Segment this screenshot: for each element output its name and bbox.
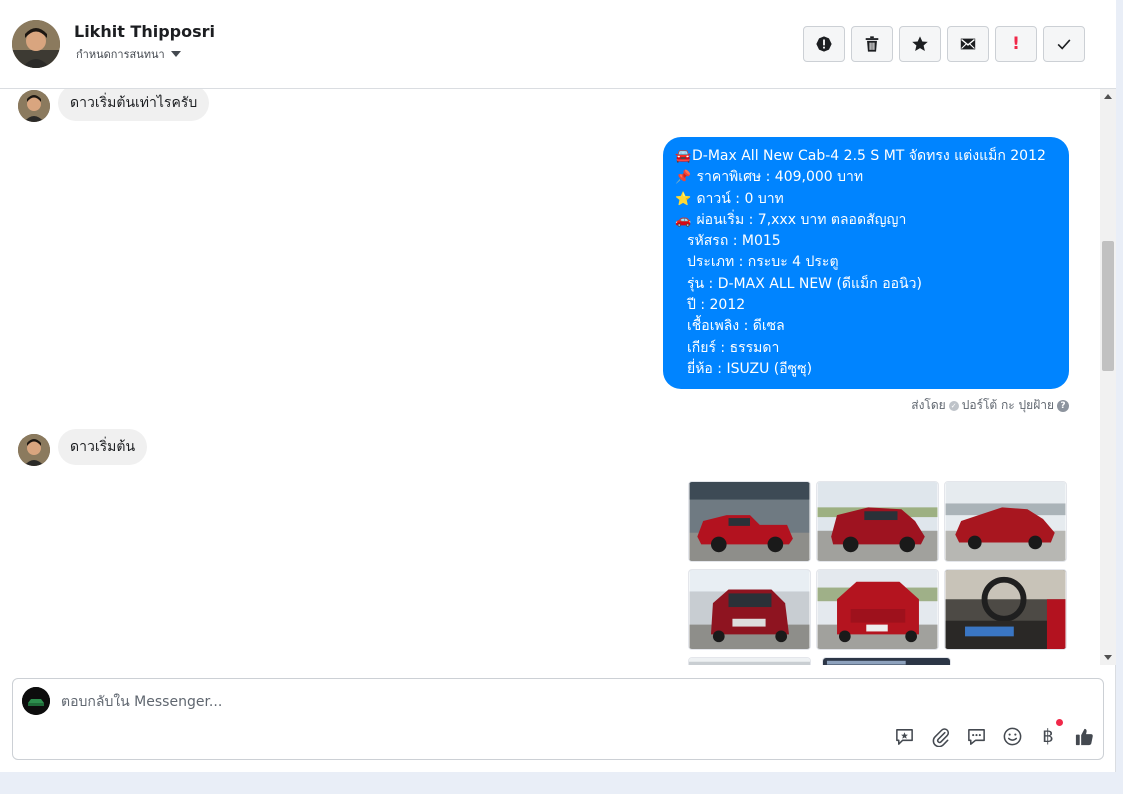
- saved-reply-icon: [895, 728, 913, 745]
- car-photo[interactable]: [688, 481, 811, 562]
- reply-line: ปี : 2012: [687, 297, 746, 314]
- like-button[interactable]: [1073, 725, 1095, 747]
- reply-line: เกียร์ : ธรรมดา: [687, 339, 780, 356]
- reply-line: รุ่น : D-MAX ALL NEW (ดีแม็ก ออนิว): [687, 275, 922, 292]
- composer-tools: ฿: [893, 719, 1095, 747]
- car-photo[interactable]: [816, 569, 939, 650]
- incoming-message[interactable]: ดาวเริ่มต้นเท่าไรครับ: [58, 89, 210, 121]
- follow-up-icon: !: [1012, 34, 1020, 54]
- reply-line: ⭐ ดาวน์ : 0 บาท: [675, 189, 1057, 210]
- contact-name[interactable]: Likhit Thipposri: [74, 22, 215, 41]
- trash-icon: [865, 36, 879, 52]
- star-button[interactable]: [899, 26, 941, 62]
- car-icon: 🚘: [675, 149, 692, 164]
- sent-by-info: ส่งโดย ✓ ปอร์โต้ กะ ปุยฝ้าย ?: [911, 396, 1069, 415]
- car-photo[interactable]: [944, 481, 1067, 562]
- emoji-button[interactable]: [1001, 725, 1023, 747]
- inbox-conversation-panel: Likhit Thipposri กำหนดการสนทนา ! ดาวเริ่…: [0, 0, 1116, 772]
- spam-alert-button[interactable]: [803, 26, 845, 62]
- reply-input[interactable]: [61, 689, 961, 715]
- car-photo[interactable]: [944, 569, 1067, 650]
- help-icon[interactable]: ?: [1057, 399, 1069, 412]
- car-photo[interactable]: [816, 481, 939, 562]
- reply-line: 🚗 ผ่อนเริ่ม : 7,xxx บาท ตลอดสัญญา: [675, 210, 1057, 231]
- mark-unread-button[interactable]: [947, 26, 989, 62]
- red-car-icon: 🚗: [675, 212, 692, 228]
- baht-icon: ฿: [1042, 725, 1054, 747]
- attach-button[interactable]: [929, 725, 951, 747]
- reply-line: ยี่ห้อ : ISUZU (อีซูซุ): [687, 360, 813, 377]
- reply-line: 📌 ราคาพิเศษ : 409,000 บาท: [675, 167, 1057, 188]
- caret-down-icon: [170, 51, 181, 57]
- page-avatar: [22, 687, 50, 715]
- scroll-thumb[interactable]: [1102, 241, 1114, 371]
- follow-up-button[interactable]: !: [995, 26, 1037, 62]
- mark-done-button[interactable]: [1043, 26, 1085, 62]
- outgoing-message[interactable]: 🚘D-Max All New Cab-4 2.5 S MT จัดทรง แต่…: [663, 137, 1069, 389]
- contact-avatar[interactable]: [12, 20, 60, 68]
- notification-dot: [1056, 719, 1063, 726]
- car-photo[interactable]: [688, 657, 811, 665]
- reply-line: 🚘D-Max All New Cab-4 2.5 S MT จัดทรง แต่…: [675, 146, 1057, 167]
- star-emoji-icon: ⭐: [675, 191, 692, 207]
- scroll-up-arrow-icon[interactable]: [1104, 94, 1112, 99]
- pushpin-icon: 📌: [675, 170, 692, 186]
- car-photo[interactable]: [688, 569, 811, 650]
- conversation-options-label: กำหนดการสนทนา: [76, 48, 165, 61]
- paperclip-icon: [932, 727, 949, 747]
- thread-scrollbar[interactable]: [1100, 89, 1116, 665]
- checkmark-icon: [1057, 39, 1071, 50]
- conversation-toolbar: !: [803, 26, 1085, 62]
- incoming-message[interactable]: ดาวเริ่มต้น: [58, 429, 148, 465]
- envelope-icon: [960, 38, 976, 50]
- reply-line: ประเภท : กระบะ 4 ประตู: [687, 254, 839, 271]
- conversation-header: Likhit Thipposri กำหนดการสนทนา !: [0, 0, 1116, 89]
- star-icon: [912, 36, 928, 52]
- sent-by-label: ส่งโดย: [911, 398, 946, 412]
- sender-name[interactable]: ปอร์โต้ กะ ปุยฝ้าย: [962, 396, 1054, 415]
- alert-circle-icon: [816, 36, 832, 52]
- delete-button[interactable]: [851, 26, 893, 62]
- payment-button[interactable]: ฿: [1037, 719, 1063, 747]
- reply-composer: ฿: [12, 678, 1104, 760]
- car-photo[interactable]: [822, 657, 951, 665]
- verified-check-icon: ✓: [948, 400, 959, 411]
- contact-avatar-small: [18, 90, 50, 122]
- scroll-down-arrow-icon[interactable]: [1104, 655, 1112, 660]
- quick-reply-button[interactable]: [965, 725, 987, 747]
- contact-avatar-small: [18, 434, 50, 466]
- reply-line: เชื้อเพลิง : ดีเซล: [687, 318, 785, 335]
- saved-reply-button[interactable]: [893, 725, 915, 747]
- message-thread[interactable]: ดาวเริ่มต้นเท่าไรครับ 🚘D-Max All New Cab…: [0, 89, 1100, 665]
- chat-bubble-icon: [967, 728, 985, 745]
- smiley-icon: [1003, 727, 1021, 745]
- conversation-options-dropdown[interactable]: กำหนดการสนทนา: [76, 45, 181, 63]
- thumbs-up-icon: [1075, 728, 1093, 745]
- reply-line: รหัสรถ : M015: [687, 233, 781, 250]
